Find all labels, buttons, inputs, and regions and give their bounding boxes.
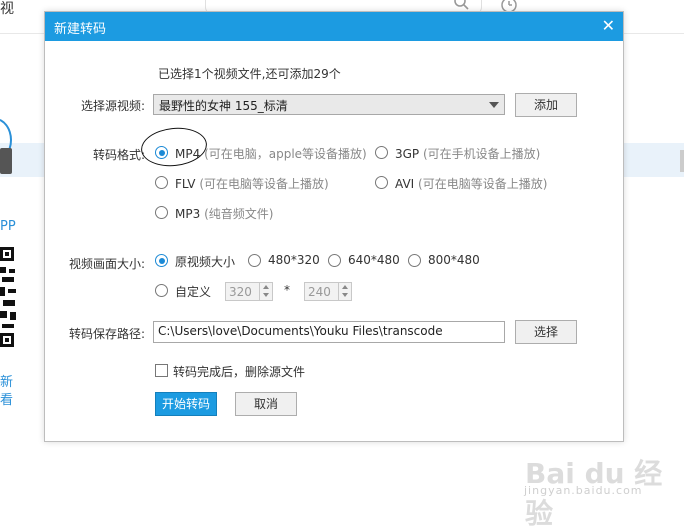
annotation-ellipse bbox=[139, 124, 209, 170]
dialog-titlebar: 新建转码 ✕ bbox=[45, 12, 623, 41]
format-option-flv: FLV (可在电脑等设备上播放) bbox=[175, 177, 329, 191]
save-path-input[interactable]: C:\Users\love\Documents\Youku Files\tran… bbox=[153, 321, 505, 343]
size-option-800x480: 800*480 bbox=[428, 253, 480, 267]
source-video-select[interactable]: 最野性的女神 155_标清 bbox=[153, 94, 505, 115]
save-path-label: 转码保存路径: bbox=[69, 327, 146, 341]
format-radio-3gp[interactable] bbox=[375, 146, 388, 159]
qr-code-icon bbox=[0, 245, 18, 355]
format-radio-avi[interactable] bbox=[375, 176, 388, 189]
custom-width-arrows[interactable] bbox=[259, 283, 272, 300]
delete-source-label: 转码完成后，删除源文件 bbox=[173, 365, 306, 379]
size-radio-800x480[interactable] bbox=[408, 254, 421, 267]
save-path-value: C:\Users\love\Documents\Youku Files\tran… bbox=[158, 324, 443, 338]
phone-icon bbox=[0, 148, 12, 174]
background-side-text: 新看 bbox=[0, 375, 14, 408]
baidu-watermark-url: jingyan.baidu.com bbox=[524, 484, 643, 497]
size-radio-480x320[interactable] bbox=[248, 254, 261, 267]
new-transcode-dialog: 新建转码 ✕ 已选择1个视频文件,还可添加29个 选择源视频: 最野性的女神 1… bbox=[44, 11, 624, 442]
custom-width-stepper[interactable]: 320 bbox=[225, 282, 273, 301]
size-radio-640x480[interactable] bbox=[328, 254, 341, 267]
custom-height-value: 240 bbox=[308, 285, 331, 299]
format-label: 转码格式: bbox=[93, 148, 146, 162]
choose-path-button[interactable]: 选择 bbox=[515, 320, 577, 344]
source-video-value: 最野性的女神 155_标清 bbox=[159, 99, 288, 113]
custom-size-separator: * bbox=[284, 283, 290, 297]
size-label: 视频画面大小: bbox=[69, 257, 146, 271]
search-icon bbox=[454, 0, 469, 10]
size-option-original: 原视频大小 bbox=[175, 255, 236, 269]
custom-width-value: 320 bbox=[229, 285, 252, 299]
delete-source-checkbox[interactable] bbox=[155, 364, 168, 377]
start-transcode-button[interactable]: 开始转码 bbox=[155, 392, 217, 416]
size-option-custom: 自定义 bbox=[175, 285, 212, 299]
format-radio-flv[interactable] bbox=[155, 176, 168, 189]
format-option-mp3: MP3 (纯音频文件) bbox=[175, 207, 274, 221]
chevron-down-icon bbox=[489, 102, 499, 108]
custom-height-arrows[interactable] bbox=[338, 283, 351, 300]
size-option-640x480: 640*480 bbox=[348, 253, 400, 267]
size-radio-original[interactable] bbox=[155, 254, 168, 267]
background-app-label: PP bbox=[0, 219, 16, 234]
arrow-down-icon[interactable] bbox=[342, 293, 348, 297]
close-icon[interactable]: ✕ bbox=[602, 16, 615, 35]
custom-height-stepper[interactable]: 240 bbox=[304, 282, 352, 301]
background-title-fragment: 视 bbox=[0, 1, 14, 17]
background-scrollbar[interactable] bbox=[680, 150, 684, 172]
dialog-title: 新建转码 bbox=[54, 22, 107, 37]
format-option-avi: AVI (可在电脑等设备上播放) bbox=[395, 177, 548, 191]
source-video-label: 选择源视频: bbox=[81, 99, 146, 113]
arrow-down-icon[interactable] bbox=[263, 293, 269, 297]
cancel-button[interactable]: 取消 bbox=[235, 392, 297, 416]
format-option-3gp: 3GP (可在手机设备上播放) bbox=[395, 147, 541, 161]
arrow-up-icon[interactable] bbox=[263, 285, 269, 289]
size-option-480x320: 480*320 bbox=[268, 253, 320, 267]
format-radio-mp3[interactable] bbox=[155, 206, 168, 219]
size-radio-custom[interactable] bbox=[155, 284, 168, 297]
arrow-up-icon[interactable] bbox=[342, 285, 348, 289]
selection-info: 已选择1个视频文件,还可添加29个 bbox=[158, 67, 341, 81]
add-button[interactable]: 添加 bbox=[515, 93, 577, 117]
